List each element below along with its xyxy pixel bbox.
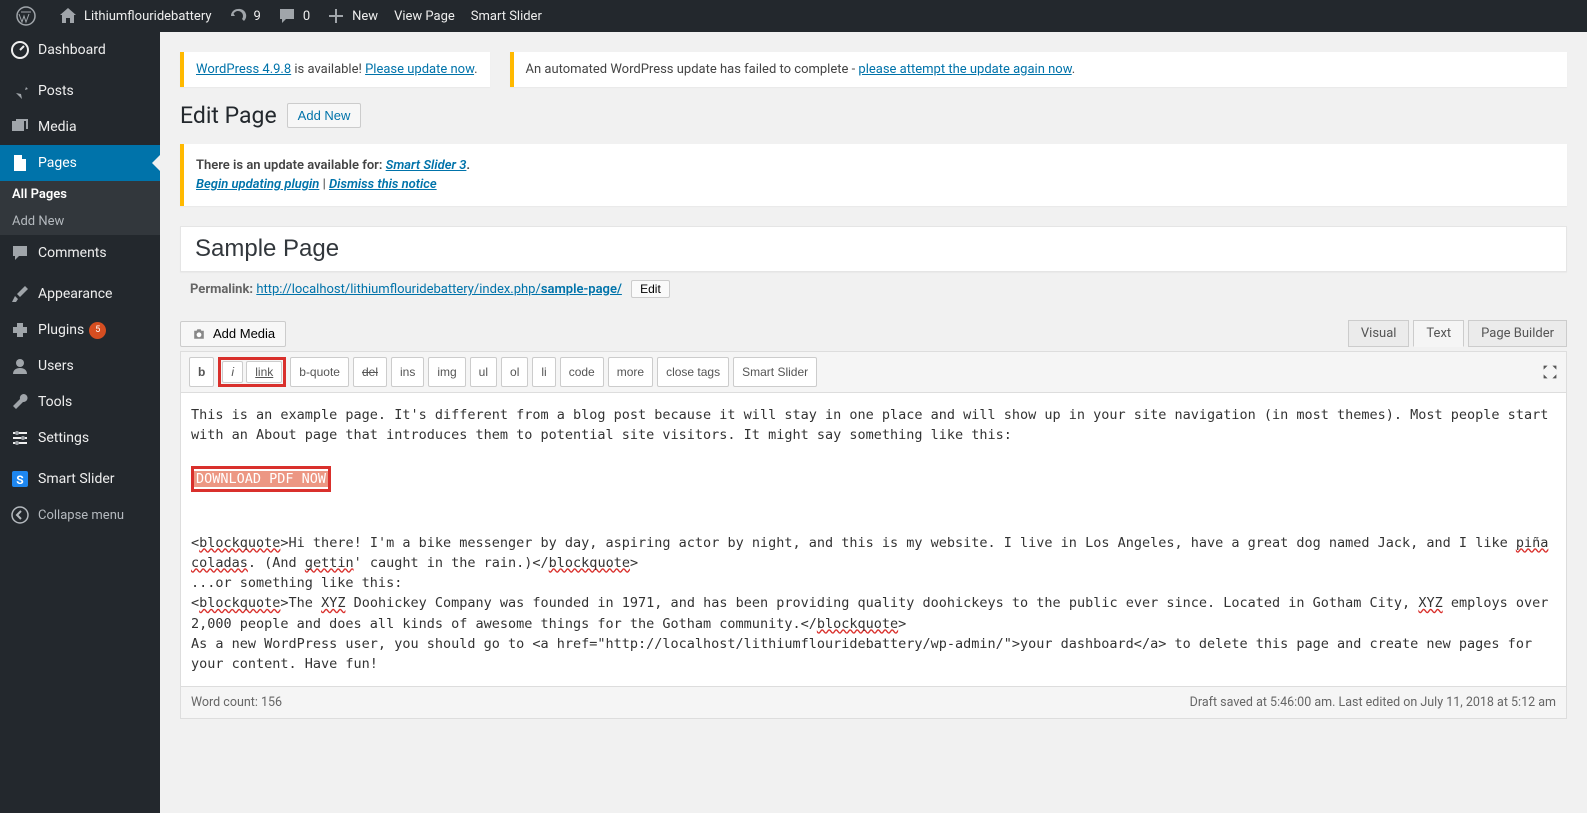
view-page-link[interactable]: View Page (386, 0, 463, 32)
save-status: Draft saved at 5:46:00 am. Last edited o… (1190, 695, 1556, 710)
download-highlight: DOWNLOAD PDF NOW (191, 466, 331, 492)
attempt-update-link[interactable]: please attempt the update again now (858, 62, 1071, 77)
edit-permalink-button[interactable]: Edit (631, 280, 670, 298)
editor-tabs: Visual Text Page Builder (1348, 320, 1567, 347)
tb-li[interactable]: li (532, 357, 555, 387)
tb-img[interactable]: img (428, 357, 465, 387)
plugin-name-link[interactable]: Smart Slider 3 (386, 158, 467, 173)
updates-link[interactable]: 9 (220, 0, 269, 32)
svg-text:S: S (16, 473, 23, 487)
comments-count: 0 (303, 9, 310, 24)
sidebar-tools[interactable]: Tools (0, 384, 160, 420)
tb-smart-slider[interactable]: Smart Slider (733, 357, 817, 387)
brush-icon (10, 284, 30, 304)
begin-updating-link[interactable]: Begin updating plugin (196, 177, 319, 192)
wp-update-notice: WordPress 4.9.8 is available! Please upd… (180, 52, 490, 87)
collapse-icon (10, 505, 30, 525)
dashboard-icon (10, 40, 30, 60)
plugin-update-notice: There is an update available for: Smart … (180, 144, 1567, 206)
site-name-label: Lithiumflouridebattery (84, 9, 212, 24)
user-icon (10, 356, 30, 376)
plugin-update-badge: 5 (89, 322, 106, 339)
text-toolbar: b i link b-quote del ins img ul ol li co… (180, 351, 1567, 392)
pin-icon (10, 81, 30, 101)
tb-bquote[interactable]: b-quote (290, 357, 349, 387)
media-row: Add Media Visual Text Page Builder (180, 320, 1567, 347)
sidebar-media[interactable]: Media (0, 109, 160, 145)
comments-link[interactable]: 0 (269, 0, 318, 32)
highlighted-buttons: i link (218, 357, 286, 387)
permalink-row: Permalink: http://localhost/lithiumflour… (180, 272, 1567, 306)
download-pdf-link: DOWNLOAD PDF NOW (194, 471, 328, 487)
page-icon (10, 153, 30, 173)
page-title: Edit Page (180, 102, 277, 129)
tb-italic[interactable]: i (222, 361, 243, 383)
sidebar-comments[interactable]: Comments (0, 235, 160, 271)
tb-close-tags[interactable]: close tags (657, 357, 729, 387)
sidebar-dashboard[interactable]: Dashboard (0, 32, 160, 68)
media-icon (10, 117, 30, 137)
wp-version-link[interactable]: WordPress 4.9.8 (196, 62, 291, 77)
tab-page-builder[interactable]: Page Builder (1468, 320, 1567, 347)
sidebar-plugins[interactable]: Plugins 5 (0, 312, 160, 348)
update-now-link[interactable]: Please update now (365, 62, 474, 77)
permalink-link[interactable]: http://localhost/lithiumflouridebattery/… (256, 282, 622, 297)
updates-count: 9 (254, 9, 261, 24)
tb-bold[interactable]: b (189, 357, 214, 387)
sidebar-pages-submenu: All Pages Add New (0, 181, 160, 235)
comment-icon (277, 6, 297, 26)
auto-update-fail-notice: An automated WordPress update has failed… (510, 52, 1568, 87)
wrench-icon (10, 392, 30, 412)
tb-del[interactable]: del (353, 357, 387, 387)
sliders-icon (10, 428, 30, 448)
admin-sidebar: Dashboard Posts Media Pages All Pages Ad… (0, 32, 160, 813)
plugin-icon (10, 320, 30, 340)
smart-slider-link[interactable]: Smart Slider (463, 0, 550, 32)
sidebar-posts[interactable]: Posts (0, 73, 160, 109)
sidebar-add-new-page[interactable]: Add New (0, 208, 160, 235)
sidebar-settings[interactable]: Settings (0, 420, 160, 456)
page-title-input[interactable] (181, 227, 1566, 271)
tb-code[interactable]: code (560, 357, 604, 387)
content-textarea[interactable]: This is an example page. It's different … (180, 392, 1567, 687)
slider-s-icon: S (10, 469, 30, 489)
sidebar-users[interactable]: Users (0, 348, 160, 384)
plus-icon (326, 6, 346, 26)
tb-link[interactable]: link (246, 361, 282, 383)
dismiss-notice-link[interactable]: Dismiss this notice (329, 177, 437, 192)
notices-row: WordPress 4.9.8 is available! Please upd… (180, 52, 1567, 87)
new-content[interactable]: New (318, 0, 386, 32)
word-count: Word count: 156 (191, 695, 282, 710)
tb-ol[interactable]: ol (501, 357, 528, 387)
tab-text[interactable]: Text (1413, 320, 1464, 347)
add-media-button[interactable]: Add Media (180, 321, 286, 347)
page-heading: Edit Page Add New (180, 102, 1567, 129)
tab-visual[interactable]: Visual (1348, 320, 1410, 347)
sidebar-pages[interactable]: Pages (0, 145, 160, 181)
refresh-icon (228, 6, 248, 26)
editor-footer: Word count: 156 Draft saved at 5:46:00 a… (180, 687, 1567, 719)
toolbar-buttons: b i link b-quote del ins img ul ol li co… (189, 357, 817, 387)
sidebar-smart-slider[interactable]: S Smart Slider (0, 461, 160, 497)
admin-bar: Lithiumflouridebattery 9 0 New View Page… (0, 0, 1587, 32)
wordpress-icon (16, 6, 36, 26)
home-icon (58, 6, 78, 26)
camera-icon (191, 326, 207, 342)
tb-more[interactable]: more (608, 357, 653, 387)
tb-ul[interactable]: ul (470, 357, 497, 387)
sidebar-appearance[interactable]: Appearance (0, 276, 160, 312)
wp-logo[interactable] (8, 0, 50, 32)
title-wrap (180, 226, 1567, 272)
sidebar-all-pages[interactable]: All Pages (0, 181, 160, 208)
fullscreen-icon[interactable] (1542, 364, 1558, 380)
new-label: New (352, 9, 378, 24)
main-content: WordPress 4.9.8 is available! Please upd… (160, 32, 1587, 719)
site-name[interactable]: Lithiumflouridebattery (50, 0, 220, 32)
collapse-menu[interactable]: Collapse menu (0, 497, 160, 533)
comments-icon (10, 243, 30, 263)
add-new-button[interactable]: Add New (287, 103, 362, 128)
tb-ins[interactable]: ins (391, 357, 424, 387)
